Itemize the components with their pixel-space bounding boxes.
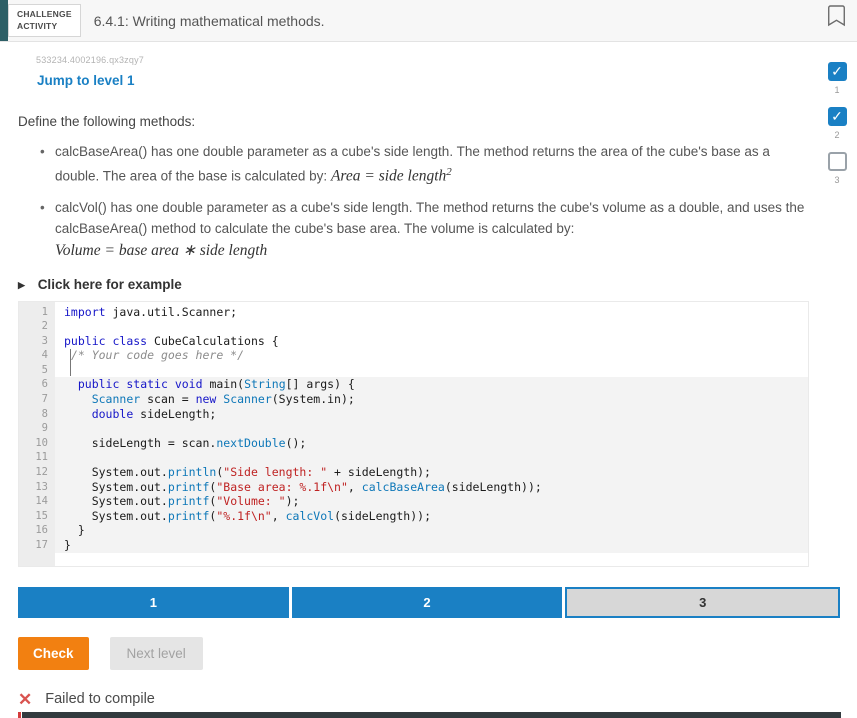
level-number-label: 1 <box>826 85 848 95</box>
code-line-4[interactable]: 4 /* Your code goes here */ <box>19 348 808 363</box>
level-indicator: 3 <box>826 152 848 185</box>
code-text <box>55 363 808 378</box>
bullet-formula: 2 <box>446 166 452 178</box>
line-number: 2 <box>19 319 55 334</box>
code-text: System.out.printf("Base area: %.1f\n", c… <box>55 480 808 495</box>
line-number: 10 <box>19 436 55 451</box>
code-text: public static void main(String[] args) { <box>55 377 808 392</box>
line-number: 1 <box>19 305 55 320</box>
level-indicator-rail: ✓1✓23 <box>826 62 848 197</box>
line-number: 6 <box>19 377 55 392</box>
code-text: /* Your code goes here */ <box>55 348 808 363</box>
activity-id: 533234.4002196.qx3zqy7 <box>36 55 857 65</box>
example-toggle[interactable]: ▶ Click here for example <box>18 277 857 292</box>
level-progress-bar: 123 <box>18 587 840 618</box>
next-level-button[interactable]: Next level <box>110 637 203 670</box>
code-line-9[interactable]: 9 <box>19 421 808 436</box>
code-line-6[interactable]: 6 public static void main(String[] args)… <box>19 377 808 392</box>
level-number-label: 2 <box>826 130 848 140</box>
failed-x-icon: ✕ <box>18 691 32 708</box>
example-toggle-label: Click here for example <box>38 277 182 292</box>
status-message: Failed to compile <box>45 691 155 707</box>
check-button[interactable]: Check <box>18 637 89 670</box>
line-number: 16 <box>19 523 55 538</box>
jump-to-level-link[interactable]: Jump to level 1 <box>37 73 135 88</box>
code-line-15[interactable]: 15 System.out.printf("%.1f\n", calcVol(s… <box>19 509 808 524</box>
instructions-intro: Define the following methods: <box>18 114 857 129</box>
line-number: 3 <box>19 334 55 349</box>
code-line-8[interactable]: 8 double sideLength; <box>19 407 808 422</box>
bullet-text: calcVol() has one double parameter as a … <box>55 200 804 236</box>
header-accent-strip <box>0 0 8 41</box>
code-line-5[interactable]: 5 <box>19 363 808 378</box>
level-indicator: ✓2 <box>826 107 848 140</box>
compile-output-header <box>22 712 841 718</box>
line-number: 4 <box>19 348 55 363</box>
code-line-3[interactable]: 3public class CubeCalculations { <box>19 334 808 349</box>
code-text: System.out.printf("%.1f\n", calcVol(side… <box>55 509 808 524</box>
code-line-12[interactable]: 12 System.out.println("Side length: " + … <box>19 465 808 480</box>
action-buttons: Check Next level <box>18 637 857 670</box>
code-line-11[interactable]: 11 <box>19 450 808 465</box>
code-text <box>55 421 808 436</box>
bullet-formula: Area = side length <box>331 168 446 185</box>
code-line-2[interactable]: 2 <box>19 319 808 334</box>
bullet-formula: Volume = base area ∗ side length <box>55 240 817 261</box>
line-number: 14 <box>19 494 55 509</box>
instruction-list: calcBaseArea() has one double parameter … <box>18 141 817 261</box>
code-text: } <box>55 538 808 553</box>
code-text: sideLength = scan.nextDouble(); <box>55 436 808 451</box>
code-text <box>55 450 808 465</box>
activity-content: 533234.4002196.qx3zqy7 Jump to level 1 D… <box>0 55 857 718</box>
code-text: public class CubeCalculations { <box>55 334 808 349</box>
level-2-checkbox-icon: ✓ <box>828 107 847 126</box>
activity-header: CHALLENGE ACTIVITY 6.4.1: Writing mathem… <box>0 0 857 42</box>
code-line-14[interactable]: 14 System.out.printf("Volume: "); <box>19 494 808 509</box>
level-3-checkbox-icon <box>828 152 847 171</box>
code-line-13[interactable]: 13 System.out.printf("Base area: %.1f\n"… <box>19 480 808 495</box>
code-text <box>55 319 808 334</box>
code-text: System.out.printf("Volume: "); <box>55 494 808 509</box>
compile-output-box <box>18 712 841 718</box>
code-line-17[interactable]: 17} <box>19 538 808 553</box>
code-editor[interactable]: 1import java.util.Scanner;23public class… <box>18 301 809 567</box>
expand-triangle-icon: ▶ <box>18 280 25 291</box>
code-line-16[interactable]: 16 } <box>19 523 808 538</box>
instruction-bullet: calcBaseArea() has one double parameter … <box>55 141 817 187</box>
line-number: 9 <box>19 421 55 436</box>
line-number: 5 <box>19 363 55 378</box>
badge-line2: ACTIVITY <box>17 21 72 32</box>
challenge-activity-badge: CHALLENGE ACTIVITY <box>8 4 81 37</box>
line-number: 15 <box>19 509 55 524</box>
compile-status: ✕ Failed to compile <box>18 691 857 708</box>
code-line-7[interactable]: 7 Scanner scan = new Scanner(System.in); <box>19 392 808 407</box>
level-indicator: ✓1 <box>826 62 848 95</box>
code-line-1[interactable]: 1import java.util.Scanner; <box>19 305 808 320</box>
level-1-checkbox-icon: ✓ <box>828 62 847 81</box>
code-text: Scanner scan = new Scanner(System.in); <box>55 392 808 407</box>
code-line-10[interactable]: 10 sideLength = scan.nextDouble(); <box>19 436 808 451</box>
code-text: System.out.println("Side length: " + sid… <box>55 465 808 480</box>
level-number-label: 3 <box>826 175 848 185</box>
line-number: 8 <box>19 407 55 422</box>
line-number: 11 <box>19 450 55 465</box>
line-number: 7 <box>19 392 55 407</box>
progress-segment-3: 3 <box>565 587 840 618</box>
line-number: 13 <box>19 480 55 495</box>
code-text: } <box>55 523 808 538</box>
activity-title: 6.4.1: Writing mathematical methods. <box>94 13 325 29</box>
line-number: 17 <box>19 538 55 553</box>
code-text: double sideLength; <box>55 407 808 422</box>
line-number: 12 <box>19 465 55 480</box>
bookmark-icon[interactable] <box>827 4 846 27</box>
challenge-activity-page: CHALLENGE ACTIVITY 6.4.1: Writing mathem… <box>0 0 857 718</box>
progress-segment-2: 2 <box>292 587 563 618</box>
instruction-bullet: calcVol() has one double parameter as a … <box>55 197 817 261</box>
progress-segment-1: 1 <box>18 587 289 618</box>
badge-line1: CHALLENGE <box>17 9 72 20</box>
code-text: import java.util.Scanner; <box>55 305 808 320</box>
